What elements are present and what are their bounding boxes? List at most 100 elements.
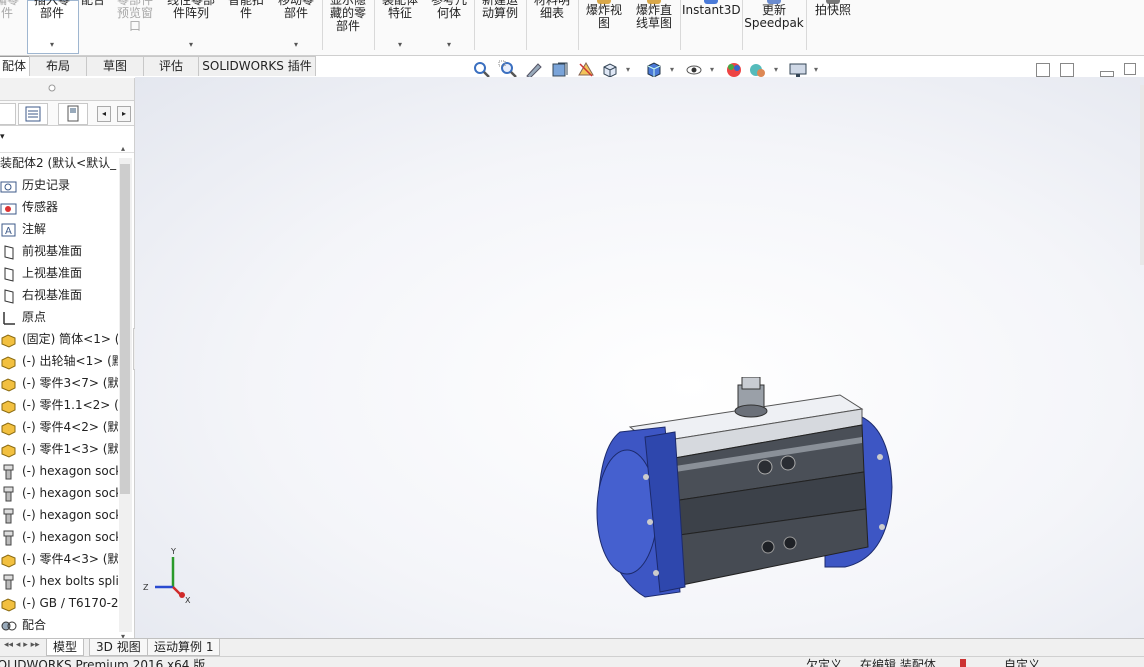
component-preview-label: 零部件 预览窗 口 — [116, 0, 153, 33]
feature-tree-item[interactable]: (-) hex bolts spli — [0, 570, 118, 592]
feature-tree-item[interactable]: (-) 零件3<7> (默 — [0, 372, 118, 394]
bolt-icon — [0, 530, 18, 546]
ribbon-separator — [526, 0, 527, 50]
graphics-area[interactable]: Y Z X — [135, 77, 1144, 639]
panel-scroll-thumb[interactable] — [120, 164, 130, 494]
restore-icon[interactable] — [1124, 63, 1136, 75]
filter-dropdown[interactable]: ▾ — [0, 132, 5, 142]
linear-pattern-dropdown[interactable]: ▾ — [162, 38, 220, 51]
display-style-dropdown[interactable]: ▾ — [670, 65, 674, 74]
move-component-button[interactable]: 移动零 部件 ▾ — [272, 0, 320, 54]
insert-components-label: 插入零 部件 — [33, 0, 70, 20]
assembly-features-button[interactable]: 装配体 特征 ▾ — [376, 0, 424, 54]
feature-tree-item[interactable]: 配合 — [0, 614, 118, 636]
tree-root-assembly[interactable]: 装配体2 (默认<默认_ — [0, 152, 118, 174]
feature-tree-item[interactable]: 传感器 — [0, 196, 118, 218]
feature-manager-tab[interactable] — [0, 103, 16, 125]
scroll-up-icon[interactable]: ▴ — [121, 144, 125, 153]
panel-vertical-scrollbar[interactable]: ▴ ▾ — [119, 144, 132, 641]
feature-tree-item[interactable]: 历史记录 — [0, 174, 118, 196]
update-speedpak-button[interactable]: 更新 Speedpak — [744, 0, 804, 54]
move-component-dropdown[interactable]: ▾ — [272, 38, 320, 51]
linear-component-pattern-button[interactable]: 线性零部 件阵列 ▾ — [162, 0, 220, 54]
exploded-view-button[interactable]: 爆炸视 图 — [580, 0, 628, 54]
tab-motion-study-1[interactable]: 运动算例 1 — [147, 639, 221, 656]
exploded-view-label: 爆炸视 图 — [585, 3, 622, 30]
instant3d-button[interactable]: Instant3D — [682, 0, 741, 54]
ribbon-separator — [474, 0, 475, 50]
feature-tree-item[interactable]: (-) 零件4<3> (默 — [0, 548, 118, 570]
origin-icon — [0, 310, 18, 326]
status-bar: SOLIDWORKS Premium 2016 x64 版 欠定义 在编辑 装配… — [0, 656, 1144, 667]
property-manager-tab[interactable] — [18, 103, 48, 125]
smart-fasteners-button[interactable]: 智能扣 件 — [222, 0, 270, 54]
explode-line-sketch-button[interactable]: 爆炸直 线草图 — [630, 0, 678, 54]
collapse-right-icon[interactable] — [1060, 63, 1074, 77]
bottom-nav-arrows-icon[interactable]: ◂◂ ◂ ▸ ▸▸ — [4, 640, 40, 650]
feature-tree-item[interactable]: A 注解 — [0, 218, 118, 240]
view-orientation-dropdown[interactable]: ▾ — [626, 65, 630, 74]
panel-nav-left[interactable]: ◂ — [97, 106, 111, 122]
reference-geometry-dropdown[interactable]: ▾ — [426, 38, 472, 51]
insert-components-button[interactable]: 插入零 部件 ▾ — [28, 0, 76, 54]
feature-tree-item[interactable]: (-) 出轮轴<1> (默 — [0, 350, 118, 372]
feature-tree-item-label: 右视基准面 — [22, 288, 83, 302]
tab-model[interactable]: 模型 — [46, 639, 85, 656]
feature-tree-item[interactable]: 原点 — [0, 306, 118, 328]
apply-scene-dropdown[interactable]: ▾ — [774, 65, 778, 74]
tab-3d-views[interactable]: 3D 视图 — [89, 639, 148, 656]
tab-layout[interactable]: 布局 — [29, 56, 87, 76]
view-settings-dropdown[interactable]: ▾ — [814, 65, 818, 74]
feature-tree-item[interactable]: (-) hexagon sock — [0, 460, 118, 482]
feature-tree-item[interactable]: (-) 零件4<2> (默 — [0, 416, 118, 438]
tree-root-label: 装配体2 (默认<默认_ — [0, 156, 117, 170]
insert-components-dropdown[interactable]: ▾ — [28, 38, 76, 51]
hide-show-dropdown[interactable]: ▾ — [710, 65, 714, 74]
tab-assembly[interactable]: 配体 — [0, 56, 30, 76]
new-motion-study-button[interactable]: 新建运 动算例 — [476, 0, 524, 54]
actuator-assembly-model[interactable] — [590, 377, 920, 607]
bill-of-materials-button[interactable]: 材料明 细表 — [528, 0, 576, 54]
feature-tree-item[interactable]: (-) GB / T6170-2( — [0, 592, 118, 614]
feature-tree-item-label: 注解 — [22, 222, 47, 236]
feature-tree-item[interactable]: (-) 零件1.1<2> ( — [0, 394, 118, 416]
feature-tree-item[interactable]: (-) 零件1<3> (默 — [0, 438, 118, 460]
bottom-tab-strip: ◂◂ ◂ ▸ ▸▸ 模型 3D 视图 运动算例 1 — [0, 638, 1144, 656]
move-component-label: 移动零 部件 — [277, 0, 314, 20]
feature-tree-item[interactable]: 右视基准面 — [0, 284, 118, 306]
ribbon-separator — [806, 0, 807, 50]
assembly-features-dropdown[interactable]: ▾ — [376, 38, 424, 51]
feature-tree-item[interactable]: 前视基准面 — [0, 240, 118, 262]
plane-icon — [0, 244, 18, 260]
configuration-manager-tab[interactable] — [58, 103, 88, 125]
mate-button[interactable]: 配合 — [78, 0, 108, 54]
feature-tree-item[interactable]: 上视基准面 — [0, 262, 118, 284]
feature-tree-item-label: (-) hexagon sock — [22, 486, 118, 500]
take-snapshot-button[interactable]: 拍快照 — [808, 0, 858, 54]
tab-solidworks-addins[interactable]: SOLIDWORKS 插件 — [198, 56, 316, 76]
feature-tree-item-label: 原点 — [22, 310, 47, 324]
collapse-left-icon[interactable] — [1036, 63, 1050, 77]
edit-component-button[interactable]: 编零 件 — [0, 0, 20, 54]
new-motion-study-label: 新建运 动算例 — [481, 0, 518, 20]
panel-nav-right[interactable]: ▸ — [117, 106, 131, 122]
part-icon — [0, 596, 18, 612]
component-preview-window-button[interactable]: 零部件 预览窗 口 — [112, 0, 158, 54]
part-icon — [0, 420, 18, 436]
tab-evaluate[interactable]: 评估 — [143, 56, 199, 76]
show-hidden-components-button[interactable]: 显示隐 藏的零 部件 — [324, 0, 372, 54]
tab-sketch[interactable]: 草图 — [86, 56, 144, 76]
part-icon — [0, 332, 18, 348]
panel-header — [0, 78, 134, 101]
feature-tree-item[interactable]: (-) hexagon sock — [0, 526, 118, 548]
feature-tree-item[interactable]: (-) hexagon sock — [0, 482, 118, 504]
reference-geometry-button[interactable]: 参考几 何体 ▾ — [426, 0, 472, 54]
mates-icon — [0, 618, 18, 634]
part-icon — [0, 398, 18, 414]
feature-tree-item[interactable]: (-) hexagon sock — [0, 504, 118, 526]
triad-y-label: Y — [170, 547, 176, 556]
feature-tree-item-label: 上视基准面 — [22, 266, 83, 280]
part-icon — [0, 552, 18, 568]
ribbon-separator — [578, 0, 579, 50]
feature-tree-item[interactable]: (固定) 筒体<1> ( — [0, 328, 118, 350]
